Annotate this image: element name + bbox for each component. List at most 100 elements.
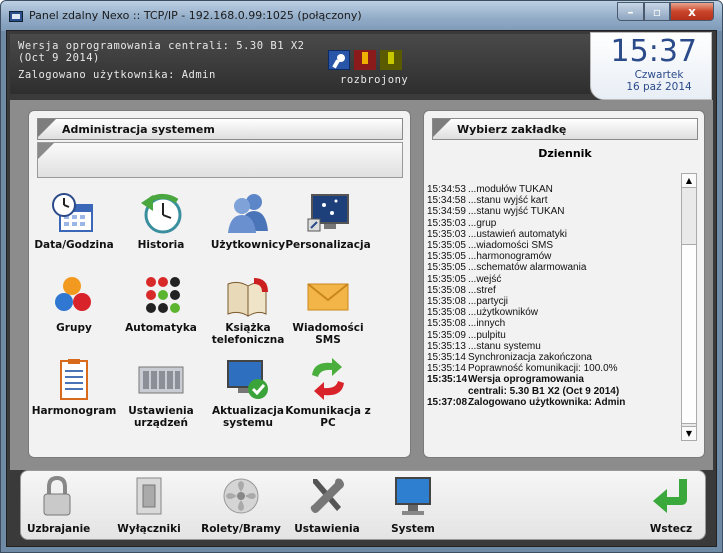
ustawienia-urzadzen-button[interactable]: Ustawienia urządzeń bbox=[116, 357, 206, 429]
log-time: 15:35:08 bbox=[427, 296, 466, 308]
firmware-version: Wersja oprogramowania centrali: 5.30 B1 … bbox=[18, 40, 305, 52]
log-entry: 15:35:05 ...wiadomości SMS bbox=[427, 240, 681, 251]
system-button[interactable]: System bbox=[383, 471, 443, 541]
log-message: ...stanu wyjść TUKAN bbox=[468, 206, 565, 218]
fan-icon bbox=[221, 475, 261, 517]
log-message: ...stanu wyjść kart bbox=[468, 195, 548, 207]
uzbrajanie-button[interactable]: Uzbrajanie bbox=[27, 471, 90, 541]
log-title: Dziennik bbox=[538, 147, 592, 160]
scroll-up-button[interactable]: ▲ bbox=[682, 174, 696, 188]
log-list: 15:34:53 ...modułów TUKAN 15:34:58 ...stanu… bbox=[427, 184, 681, 446]
wiadomosci-sms-label: Wiadomości SMS bbox=[292, 322, 364, 346]
data-godzina-button[interactable]: Data/Godzina bbox=[29, 191, 119, 251]
log-time: 15:35:05 bbox=[427, 251, 466, 263]
envelope-icon bbox=[304, 274, 352, 318]
log-entry: 15:35:08 ...użytkowników bbox=[427, 307, 681, 318]
historia-button[interactable]: Historia bbox=[116, 191, 206, 251]
log-entry: 15:37:08 Zalogowano użytkownika: Admin bbox=[427, 397, 681, 408]
wstecz-button[interactable]: Wstecz bbox=[641, 471, 701, 541]
maximize-button[interactable]: ▫ bbox=[644, 2, 670, 21]
status-header: Wersja oprogramowania centrali: 5.30 B1 … bbox=[10, 34, 590, 94]
bottom-toolbar: Uzbrajanie Wyłączniki Rolety/Bramy Ustaw… bbox=[20, 470, 706, 540]
log-entry: 15:35:13 ...stanu systemu bbox=[427, 341, 681, 352]
log-time: 15:35:08 bbox=[427, 318, 466, 330]
automatyka-label: Automatyka bbox=[125, 322, 197, 334]
log-time: 15:35:05 bbox=[427, 262, 466, 274]
ustawienia-urzadzen-label: Ustawienia urządzeń bbox=[128, 405, 194, 429]
close-button[interactable]: x bbox=[670, 2, 714, 21]
log-message: ...wejść bbox=[468, 273, 502, 285]
sync-arrows-icon bbox=[304, 357, 352, 401]
log-entry: 15:35:08 ...stref bbox=[427, 285, 681, 296]
log-entry: 15:35:03 ...grup bbox=[427, 218, 681, 229]
log-time bbox=[427, 386, 468, 397]
harmonogram-button[interactable]: Harmonogram bbox=[29, 357, 119, 417]
log-entry: 15:34:53 ...modułów TUKAN bbox=[427, 184, 681, 195]
wylaczniki-button[interactable]: Wyłączniki bbox=[114, 471, 184, 541]
wiadomosci-sms-button[interactable]: Wiadomości SMS bbox=[283, 274, 373, 346]
automation-dots-icon bbox=[137, 274, 185, 318]
log-time: 15:35:03 bbox=[427, 217, 466, 229]
minimize-button[interactable]: – bbox=[617, 2, 644, 21]
log-time: 15:34:59 bbox=[427, 206, 466, 218]
log-message: ...schematów alarmowania bbox=[468, 262, 587, 274]
title-bar[interactable]: Panel zdalny Nexo :: TCP/IP - 192.168.0.… bbox=[1, 1, 722, 31]
app-icon bbox=[9, 11, 23, 22]
scroll-down-button[interactable]: ▼ bbox=[682, 426, 696, 440]
log-entry: 15:35:03 ...ustawień automatyki bbox=[427, 229, 681, 240]
update-monitor-icon bbox=[224, 357, 272, 401]
admin-panel-title: Administracja systemem bbox=[62, 123, 215, 136]
calendar-clock-icon bbox=[50, 191, 98, 235]
log-time: 15:34:58 bbox=[427, 195, 466, 207]
log-time: 15:35:13 bbox=[427, 340, 466, 352]
key-icon[interactable] bbox=[328, 50, 350, 70]
log-entry: 15:35:14 Synchronizacja zakończona bbox=[427, 352, 681, 363]
arm-status: rozbrojony bbox=[340, 74, 409, 86]
log-message: ...modułów TUKAN bbox=[468, 184, 553, 195]
data-godzina-label: Data/Godzina bbox=[34, 239, 114, 251]
phonebook-icon bbox=[224, 274, 272, 318]
scroll-thumb[interactable] bbox=[682, 244, 696, 424]
personalizacja-button[interactable]: Personalizacja bbox=[283, 191, 373, 251]
log-scrollbar[interactable]: ▲ ▼ bbox=[681, 173, 697, 441]
automatyka-button[interactable]: Automatyka bbox=[116, 274, 206, 334]
aktualizacja-systemu-button[interactable]: Aktualizacja systemu bbox=[203, 357, 293, 429]
log-time: 15:35:14 bbox=[427, 374, 468, 386]
log-entry: 15:35:09 ...pulpitu bbox=[427, 330, 681, 341]
switch-icon bbox=[129, 475, 169, 517]
log-message: Poprawność komunikacji: 100.0% bbox=[468, 363, 618, 375]
groups-icon bbox=[50, 274, 98, 318]
log-time: 15:35:08 bbox=[427, 307, 466, 319]
rolety-bramy-button[interactable]: Rolety/Bramy bbox=[201, 471, 281, 541]
tab-select-header[interactable]: Wybierz zakładkę bbox=[432, 118, 698, 140]
log-entry: centrali: 5.30 B1 X2 (Oct 9 2014) bbox=[427, 386, 681, 397]
log-time: 15:35:14 bbox=[427, 352, 466, 364]
logged-user: Zalogowano użytkownika: Admin bbox=[18, 69, 216, 81]
log-time: 15:35:08 bbox=[427, 284, 466, 296]
warning-icon[interactable] bbox=[380, 50, 402, 70]
log-message: ...stref bbox=[468, 284, 496, 296]
uzytkownicy-button[interactable]: Użytkownicy bbox=[203, 191, 293, 251]
komunikacja-z-pc-button[interactable]: Komunikacja z PC bbox=[283, 357, 373, 429]
log-time: 15:35:09 bbox=[427, 329, 466, 341]
log-message: ...użytkowników bbox=[468, 307, 539, 319]
admin-subheader bbox=[37, 142, 403, 178]
log-message: ...stanu systemu bbox=[468, 340, 541, 352]
ustawienia-button[interactable]: Ustawienia bbox=[287, 471, 367, 541]
users-icon bbox=[224, 191, 272, 235]
log-message: ...partycji bbox=[468, 296, 509, 308]
grupy-button[interactable]: Grupy bbox=[29, 274, 119, 334]
clock-time: 15:37 bbox=[610, 34, 697, 69]
log-time: 15:35:05 bbox=[427, 273, 466, 285]
schedule-clipboard-icon bbox=[50, 357, 98, 401]
log-entry: 15:35:05 ...harmonogramów bbox=[427, 251, 681, 262]
wstecz-label: Wstecz bbox=[649, 523, 693, 535]
log-message: ...pulpitu bbox=[468, 329, 506, 341]
history-clock-icon bbox=[137, 191, 185, 235]
aktualizacja-systemu-label: Aktualizacja systemu bbox=[212, 405, 284, 429]
back-arrow-icon bbox=[651, 475, 691, 517]
alarm-icon[interactable] bbox=[354, 50, 376, 70]
harmonogram-label: Harmonogram bbox=[31, 405, 117, 417]
ksiazka-telefoniczna-button[interactable]: Książka telefoniczna bbox=[203, 274, 293, 346]
clock-widget: 15:37 Czwartek 16 paź 2014 bbox=[590, 32, 712, 100]
